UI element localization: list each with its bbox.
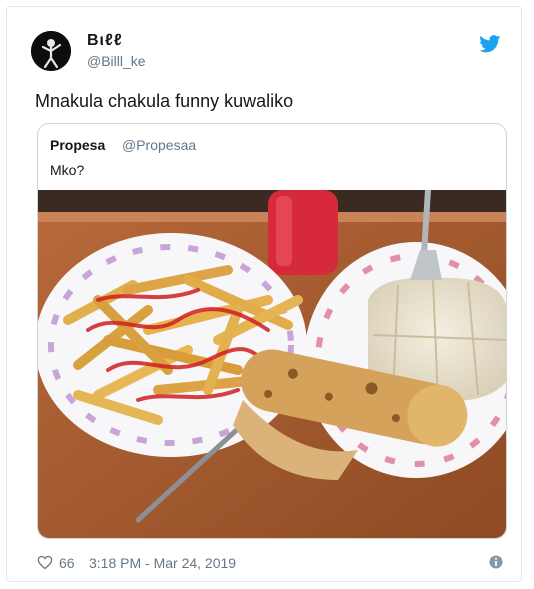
heart-icon[interactable] (37, 555, 53, 570)
timestamp[interactable]: 3:18 PM - Mar 24, 2019 (89, 555, 236, 571)
tweet-footer: 66 3:18 PM - Mar 24, 2019 (37, 553, 507, 573)
twitter-bird-icon[interactable] (479, 35, 501, 53)
like-count[interactable]: 66 (59, 555, 75, 571)
avatar[interactable] (31, 31, 71, 71)
quoted-display-name: Propesa (50, 137, 106, 153)
quoted-tweet[interactable]: Propesa @Propesaa Mko? (37, 123, 507, 539)
user-handle[interactable]: @Billl_ke (87, 53, 146, 69)
quoted-user-handle: @Propesaa (122, 137, 197, 153)
tweet-card: Bιℓℓ @Billl_ke Mnakula chakula funny kuw… (6, 6, 522, 582)
quoted-tweet-text: Mko? (50, 162, 85, 178)
display-name[interactable]: Bιℓℓ (87, 32, 123, 50)
tweet-text: Mnakula chakula funny kuwaliko (35, 91, 294, 111)
info-icon[interactable] (489, 555, 503, 569)
quoted-tweet-photo[interactable] (38, 190, 507, 539)
